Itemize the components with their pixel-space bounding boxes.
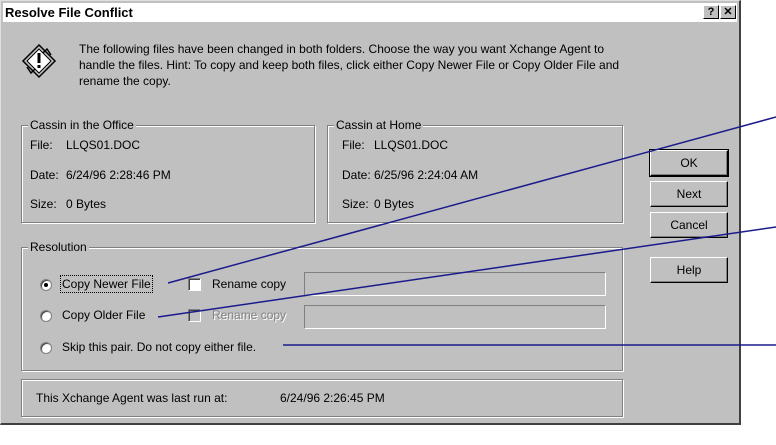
callout-line-copy-older (157, 226, 776, 318)
callout-line-copy-newer (167, 116, 776, 284)
callout-lines (157, 116, 776, 346)
